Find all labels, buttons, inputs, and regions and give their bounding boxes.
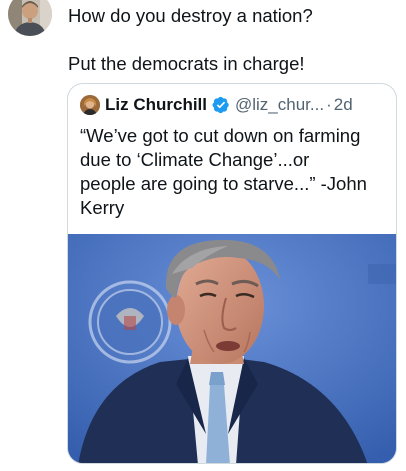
quoted-tweet-header: Liz Churchill @liz_chur... · 2d [80, 94, 353, 116]
verified-badge-icon [212, 96, 229, 114]
quoted-author-name[interactable]: Liz Churchill [105, 94, 207, 116]
quoted-tweet-text: “We’ve got to cut down on farming due to… [80, 124, 386, 220]
post-text: How do you destroy a nation? Put the dem… [68, 4, 398, 76]
quoted-text-line: “We’ve got to cut down on farming [80, 125, 361, 146]
quoted-tweet-card[interactable]: Liz Churchill @liz_chur... · 2d “We’ve g… [67, 83, 397, 464]
photo-man-in-suit [68, 234, 396, 463]
quoted-timestamp[interactable]: 2d [334, 94, 353, 116]
quoted-author-avatar-image [80, 95, 100, 115]
quoted-text-line: Kerry [80, 197, 125, 218]
tweet: How do you destroy a nation? Put the dem… [0, 0, 406, 471]
quoted-tweet-photo[interactable] [68, 234, 396, 463]
avatar[interactable] [8, 0, 52, 36]
post-text-line: Put the democrats in charge! [68, 53, 305, 74]
quoted-text-line: people are going to starve...” -John [80, 173, 367, 194]
avatar-image [8, 0, 52, 36]
quoted-author-handle[interactable]: @liz_chur... [235, 94, 324, 116]
post-text-line: How do you destroy a nation? [68, 5, 313, 26]
separator-dot: · [326, 95, 332, 114]
quoted-author-avatar[interactable] [80, 95, 100, 115]
quoted-text-line: due to ‘Climate Change’...or [80, 149, 310, 170]
